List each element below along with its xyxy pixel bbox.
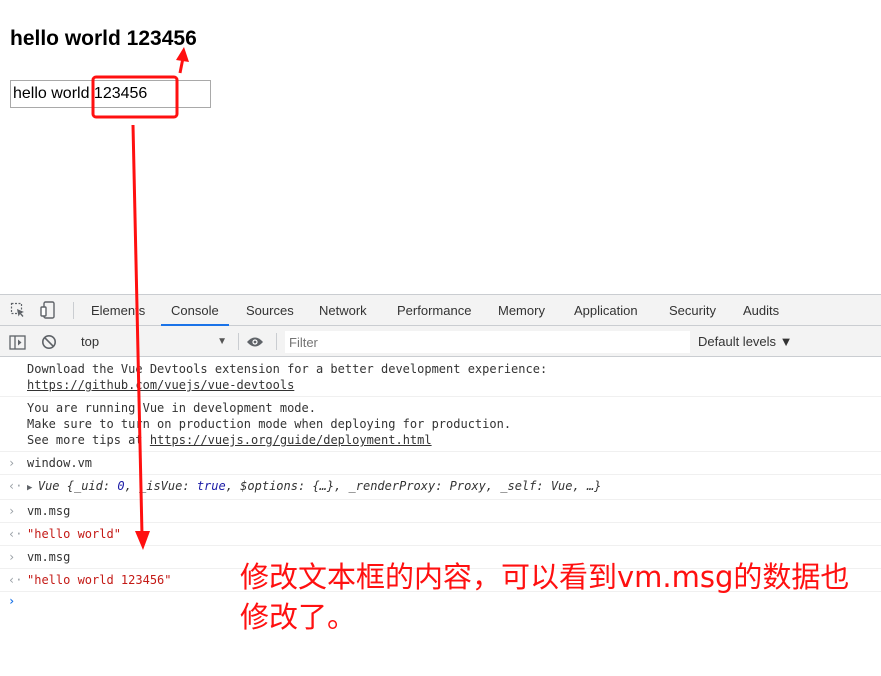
input-chevron-icon: › xyxy=(8,504,16,518)
console-command: vm.msg xyxy=(27,504,71,518)
tab-performance[interactable]: Performance xyxy=(387,295,481,326)
chevron-down-icon: ▼ xyxy=(217,336,227,347)
input-chevron-icon: › xyxy=(8,550,16,564)
toolbar-divider xyxy=(276,333,277,350)
deployment-guide-link[interactable]: https://vuejs.org/guide/deployment.html xyxy=(150,433,432,447)
string-result: "hello world" xyxy=(27,527,121,541)
device-toolbar-icon[interactable] xyxy=(39,301,57,319)
expand-triangle-icon[interactable]: ▶ xyxy=(27,483,38,493)
sidebar-toggle-icon[interactable] xyxy=(8,333,26,351)
annotation-arrow-up xyxy=(178,57,185,74)
tab-sources[interactable]: Sources xyxy=(236,295,304,326)
console-input-row: › vm.msg xyxy=(0,500,881,523)
tab-network[interactable]: Network xyxy=(309,295,377,326)
console-input-row: › window.vm xyxy=(0,452,881,475)
console-message: You are running Vue in development mode.… xyxy=(0,397,881,452)
vue-devtools-link[interactable]: https://github.com/vuejs/vue-devtools xyxy=(27,378,294,392)
filter-input[interactable] xyxy=(285,331,690,353)
result-arrow-icon: ‹· xyxy=(8,573,23,587)
dev-mode-line-2: Make sure to turn on production mode whe… xyxy=(27,417,512,431)
clear-console-icon[interactable] xyxy=(40,333,58,351)
tab-audits[interactable]: Audits xyxy=(733,295,789,326)
message-input[interactable] xyxy=(10,80,211,108)
console-message: Download the Vue Devtools extension for … xyxy=(0,358,881,397)
devtools-msg-text: Download the Vue Devtools extension for … xyxy=(27,362,548,376)
page-heading: hello world 123456 xyxy=(10,27,197,50)
console-result-row: ‹· "hello world" xyxy=(0,523,881,546)
annotation-text: 修改文本框的内容，可以看到vm.msg的数据也修改了。 xyxy=(240,560,850,634)
toolbar-divider xyxy=(238,333,239,350)
context-value: top xyxy=(81,334,100,349)
context-selector[interactable]: top ▼ xyxy=(73,331,233,352)
console-command: vm.msg xyxy=(27,550,71,564)
log-levels-dropdown[interactable]: Default levels ▼ xyxy=(698,331,793,352)
dev-mode-line-1: You are running Vue in development mode. xyxy=(27,401,316,415)
result-arrow-icon: ‹· xyxy=(8,479,23,493)
console-command: window.vm xyxy=(27,456,93,470)
input-chevron-icon: › xyxy=(8,456,16,470)
inspect-element-icon[interactable] xyxy=(9,301,27,319)
console-toolbar: top ▼ Default levels ▼ xyxy=(0,326,881,357)
dev-mode-line-3: See more tips at xyxy=(27,433,150,447)
tab-memory[interactable]: Memory xyxy=(488,295,555,326)
vue-object-result[interactable]: ▶ Vue {_uid: 0, _isVue: true, $options: … xyxy=(27,479,601,493)
console-result-row: ‹· ▶ Vue {_uid: 0, _isVue: true, $option… xyxy=(0,475,881,500)
prompt-chevron-icon: › xyxy=(8,594,16,608)
tab-application[interactable]: Application xyxy=(564,295,648,326)
tab-console[interactable]: Console xyxy=(161,295,229,326)
tab-elements[interactable]: Elements xyxy=(81,295,155,326)
live-expression-eye-icon[interactable] xyxy=(246,333,264,351)
string-result: "hello world 123456" xyxy=(27,573,172,587)
tab-security[interactable]: Security xyxy=(659,295,726,326)
tabbar-divider xyxy=(73,302,74,319)
devtools-tabbar: Elements Console Sources Network Perform… xyxy=(0,295,881,326)
result-arrow-icon: ‹· xyxy=(8,527,23,541)
